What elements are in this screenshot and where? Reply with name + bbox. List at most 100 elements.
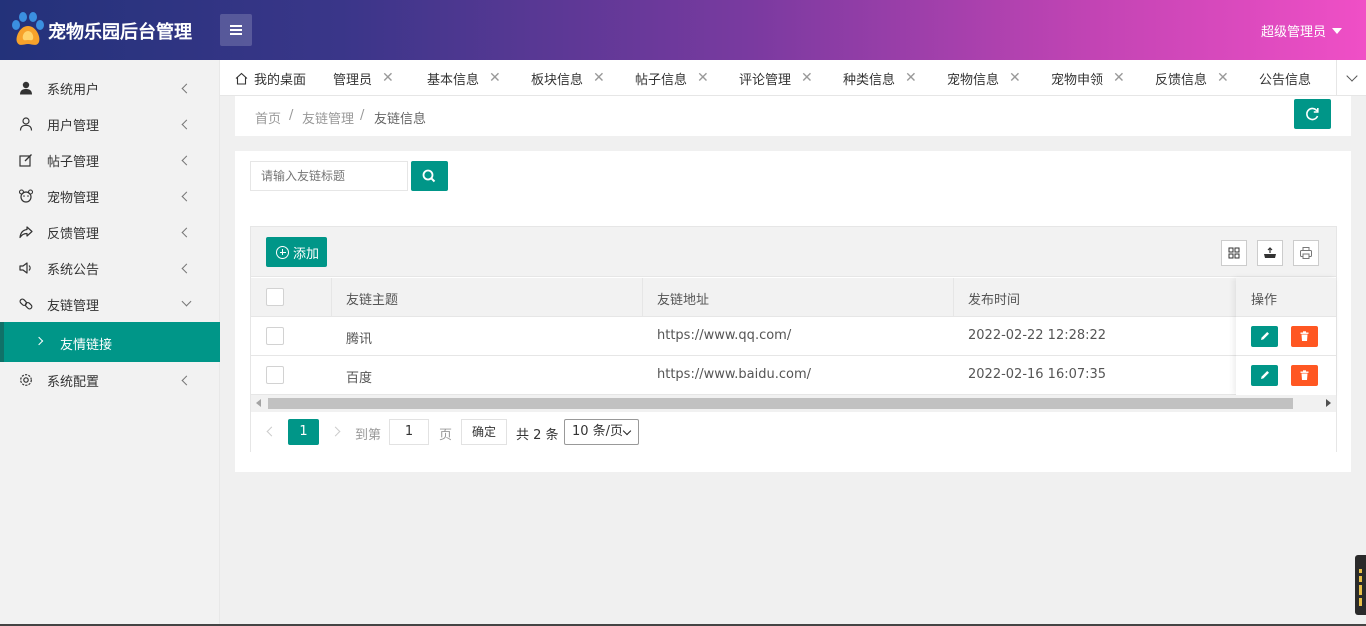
tab-pet-info[interactable]: 宠物信息 ✕ (947, 60, 1021, 95)
close-icon[interactable]: ✕ (1009, 70, 1021, 86)
sidebar-item-label: 系统用户 (47, 82, 100, 98)
caret-down-icon (1332, 27, 1342, 34)
scroll-right-arrow-icon[interactable] (1326, 399, 1331, 407)
delete-button[interactable] (1291, 365, 1318, 386)
row-checkbox[interactable] (266, 366, 284, 384)
sidebar-item-label: 帖子管理 (47, 154, 100, 170)
close-icon[interactable]: ✕ (1217, 70, 1229, 86)
tab-basic-info[interactable]: 基本信息 ✕ (427, 60, 501, 95)
trash-icon (1300, 370, 1309, 380)
tab-comment-management[interactable]: 评论管理 ✕ (739, 60, 813, 95)
tab-category-info[interactable]: 种类信息 ✕ (843, 60, 917, 95)
gear-icon (20, 374, 32, 386)
sidebar-item-link-management[interactable]: 友链管理 (0, 286, 220, 322)
sidebar-subitem-label: 友情链接 (60, 338, 113, 353)
close-icon[interactable]: ✕ (382, 70, 394, 86)
export-icon (1264, 247, 1276, 258)
delete-button[interactable] (1291, 326, 1318, 347)
search-input[interactable] (250, 161, 408, 191)
menu-toggle-button[interactable] (220, 14, 252, 46)
chevron-left-icon (181, 191, 192, 201)
sidebar-item-system-users[interactable]: 系统用户 (0, 70, 220, 106)
search-button[interactable] (411, 161, 448, 191)
tab-my-desktop[interactable]: 我的桌面 (235, 60, 307, 95)
tab-board-info[interactable]: 板块信息 ✕ (531, 60, 605, 95)
row-checkbox[interactable] (266, 327, 284, 345)
sidebar-item-pet-management[interactable]: 宠物管理 (0, 178, 220, 214)
goto-confirm-button[interactable]: 确定 (461, 419, 507, 445)
paw-logo-icon (12, 12, 44, 45)
chevron-left-icon (181, 83, 192, 93)
app-title: 宠物乐园后台管理 (48, 22, 192, 43)
sidebar-subitem-friend-links[interactable]: 友情链接 (0, 322, 220, 362)
goto-suffix: 页 (439, 428, 453, 443)
print-button[interactable] (1293, 240, 1319, 266)
column-header-actions: 操作 (1251, 293, 1278, 308)
column-header-time: 发布时间 (968, 293, 1021, 308)
page-size-select[interactable]: 10 条/页 (564, 419, 639, 445)
close-icon[interactable]: ✕ (1113, 70, 1125, 86)
sidebar-item-system-config[interactable]: 系统配置 (0, 362, 220, 398)
refresh-button[interactable] (1294, 99, 1331, 129)
chevron-left-icon (181, 155, 192, 165)
edit-button[interactable] (1251, 365, 1278, 386)
sidebar-item-system-notice[interactable]: 系统公告 (0, 250, 220, 286)
tab-label: 基本信息 (427, 72, 480, 88)
edit-button[interactable] (1251, 326, 1278, 347)
scrollbar-thumb[interactable] (268, 398, 1293, 409)
close-icon[interactable]: ✕ (801, 70, 813, 86)
sidebar-item-label: 系统配置 (47, 374, 100, 390)
tab-pet-adoption[interactable]: 宠物申领 ✕ (1051, 60, 1125, 95)
close-icon[interactable]: ✕ (905, 70, 917, 86)
close-icon[interactable]: ✕ (593, 70, 605, 86)
select-all-checkbox[interactable] (266, 288, 284, 306)
page-tabs: 我的桌面 管理员 ✕ 基本信息 ✕ 板块信息 ✕ 帖子信息 ✕ 评论管理 ✕ 种类信息 ✕ … (220, 60, 1366, 96)
close-icon[interactable]: ✕ (697, 70, 709, 86)
scroll-left-arrow-icon[interactable] (256, 399, 261, 407)
top-header: 宠物乐园后台管理 超级管理员 (0, 0, 1366, 60)
sidebar-item-label: 系统公告 (47, 262, 100, 278)
link-title: 百度 (346, 371, 373, 386)
tab-label: 评论管理 (739, 72, 792, 88)
table-toolbar (251, 227, 1336, 277)
breadcrumb-current: 友链信息 (374, 112, 427, 127)
link-title: 腾讯 (346, 332, 373, 347)
add-button-label: 添加 (293, 246, 320, 262)
goto-prefix: 到第 (355, 428, 382, 443)
columns-filter-button[interactable] (1221, 240, 1247, 266)
page-number-current[interactable]: 1 (288, 419, 319, 445)
tab-label: 反馈信息 (1155, 72, 1208, 88)
chevron-left-icon (181, 263, 192, 273)
breadcrumb-separator: / (289, 108, 294, 123)
tab-label: 我的桌面 (254, 72, 307, 88)
export-button[interactable] (1257, 240, 1283, 266)
tabs-more-button[interactable] (1336, 60, 1366, 95)
sidebar-item-feedback-management[interactable]: 反馈管理 (0, 214, 220, 250)
floating-side-widget[interactable] (1355, 555, 1366, 615)
chevron-left-icon (181, 227, 192, 237)
link-icon (19, 298, 33, 310)
user-solid-icon (20, 81, 32, 95)
add-button[interactable]: 添加 (266, 237, 327, 267)
tab-admin[interactable]: 管理员 ✕ (333, 60, 394, 95)
sidebar-item-post-management[interactable]: 帖子管理 (0, 142, 220, 178)
sidebar-item-user-management[interactable]: 用户管理 (0, 106, 220, 142)
search-icon (422, 169, 436, 183)
chevron-down-icon (181, 296, 192, 307)
page-size-value: 10 条/页 (572, 424, 624, 439)
edit-icon (19, 154, 32, 167)
link-url: https://www.qq.com/ (657, 328, 792, 343)
tab-post-info[interactable]: 帖子信息 ✕ (635, 60, 709, 95)
add-circle-icon (276, 245, 289, 259)
goto-page-input[interactable]: 1 (389, 419, 429, 445)
home-icon (235, 72, 248, 85)
breadcrumb-link-management[interactable]: 友链管理 (302, 108, 354, 127)
sidebar-item-label: 用户管理 (47, 118, 100, 134)
tab-feedback-info[interactable]: 反馈信息 ✕ (1155, 60, 1229, 95)
close-icon[interactable]: ✕ (489, 70, 501, 86)
bear-icon (19, 189, 33, 203)
user-menu[interactable]: 超级管理员 (1261, 21, 1342, 40)
tab-notice-info[interactable]: 公告信息 (1259, 60, 1311, 95)
trash-icon (1300, 331, 1309, 341)
breadcrumb-home[interactable]: 首页 (255, 108, 281, 127)
